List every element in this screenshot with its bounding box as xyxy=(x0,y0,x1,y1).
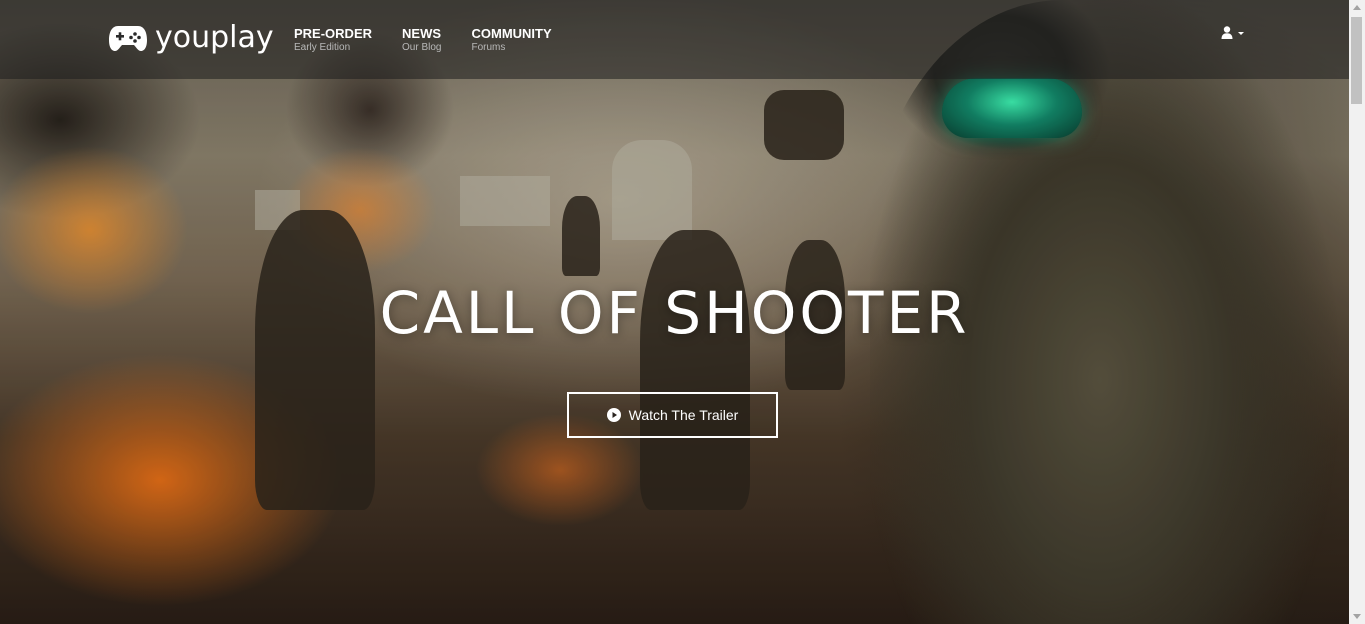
nav-item-pre-order[interactable]: PRE-ORDER Early Edition xyxy=(294,26,372,54)
nav-item-label: COMMUNITY xyxy=(471,26,552,41)
page-scrollbar[interactable] xyxy=(1349,0,1365,624)
watch-trailer-button[interactable]: Watch The Trailer xyxy=(567,392,778,438)
watch-trailer-label: Watch The Trailer xyxy=(628,407,739,423)
brand-logo[interactable]: youplay xyxy=(108,20,274,56)
caret-down-icon xyxy=(1238,31,1244,35)
nav-item-community[interactable]: COMMUNITY Forums xyxy=(471,26,551,54)
scrollbar-thumb[interactable] xyxy=(1351,17,1362,104)
play-circle-icon xyxy=(606,408,621,422)
nav-item-news[interactable]: NEWS Our Blog xyxy=(402,26,441,54)
hero-title: CALL OF SHOOTER xyxy=(379,279,970,347)
page: youplay PRE-ORDER Early Edition NEWS Our… xyxy=(0,0,1365,624)
nav-item-sublabel: Our Blog xyxy=(402,42,442,53)
user-menu-button[interactable] xyxy=(1221,26,1246,39)
nav-item-label: NEWS xyxy=(402,26,442,41)
nav-item-label: PRE-ORDER xyxy=(294,26,373,41)
scroll-up-arrow-icon[interactable] xyxy=(1353,5,1361,10)
user-icon xyxy=(1221,26,1233,39)
gamepad-icon xyxy=(109,26,147,51)
brand-name: youplay xyxy=(155,20,274,55)
nav-item-sublabel: Early Edition xyxy=(294,42,351,53)
main-nav: PRE-ORDER Early Edition NEWS Our Blog CO… xyxy=(294,26,582,54)
top-navbar: youplay PRE-ORDER Early Edition NEWS Our… xyxy=(0,0,1349,79)
nav-item-sublabel: Forums xyxy=(471,42,506,53)
scroll-down-arrow-icon[interactable] xyxy=(1353,614,1361,619)
